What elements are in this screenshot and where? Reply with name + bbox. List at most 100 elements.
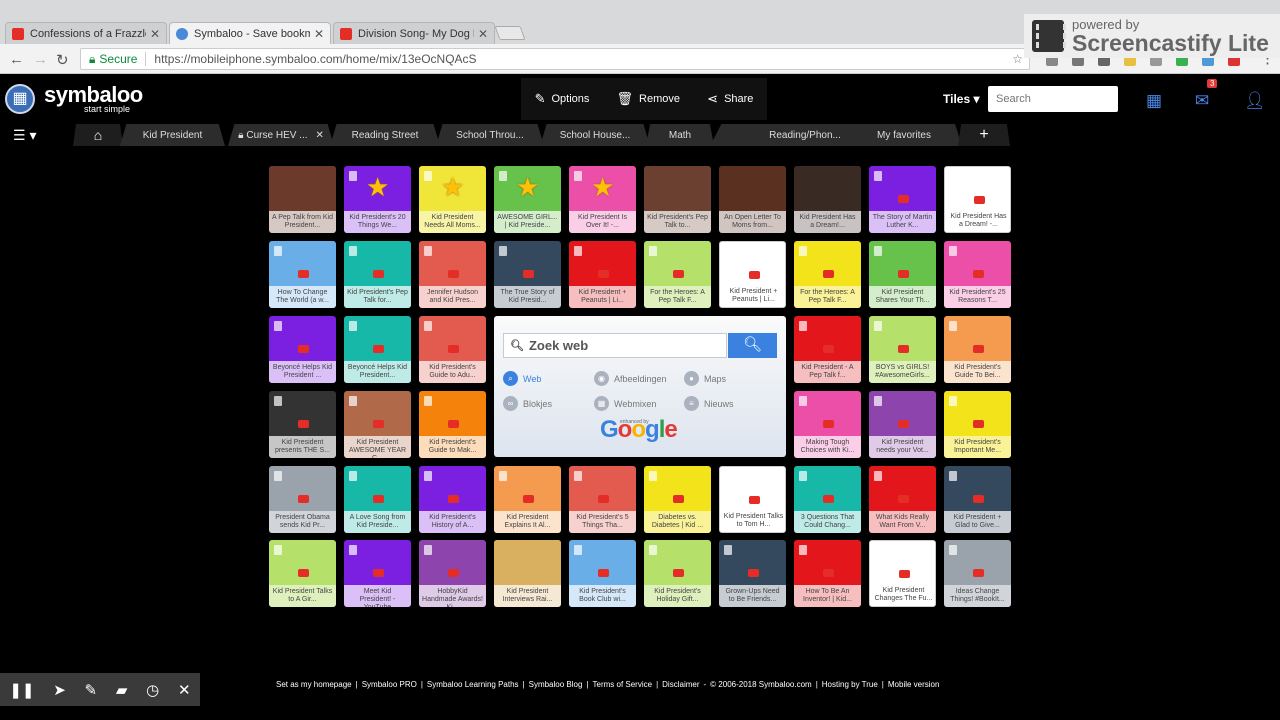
timer-icon[interactable]: ◷ [146, 681, 159, 699]
tile[interactable]: President Obama sends Kid Pr... [269, 466, 336, 533]
webmix-tab[interactable]: My favorites [846, 124, 962, 146]
tile[interactable]: A Pep Talk from Kid President... [269, 166, 336, 233]
home-tab[interactable]: ⌂ [73, 124, 123, 146]
tile[interactable]: Kid President's Guide to Mak... [419, 391, 486, 458]
eraser-icon[interactable]: ▰ [116, 681, 128, 699]
tile[interactable]: Kid President Shares Your Th... [869, 241, 936, 308]
footer-link[interactable]: Hosting by True [822, 680, 878, 689]
tile[interactable]: Kid President's 25 Reasons T... [944, 241, 1011, 308]
tile[interactable]: Meet Kid President! - YouTube [344, 540, 411, 607]
user-icon[interactable]: 👤︎ [1244, 91, 1266, 111]
tile[interactable]: Kid President's Guide to Adu... [419, 316, 486, 383]
address-bar[interactable]: 🔒︎ Secure https://mobileiphone.symbaloo.… [80, 48, 1030, 70]
tile[interactable]: Jennifer Hudson and Kid Pres... [419, 241, 486, 308]
tile[interactable]: Kid President Talks to Tom H... [719, 466, 786, 533]
web-search-input[interactable]: 🔍︎ Zoek web [503, 333, 727, 358]
tile[interactable]: Kid President - A Pep Talk f... [794, 316, 861, 383]
tile[interactable]: Kid President Interviews Rai... [494, 540, 561, 607]
footer-link[interactable]: Symbaloo PRO [362, 680, 417, 689]
search-input[interactable] [988, 86, 1118, 112]
bookmark-star-icon[interactable]: ☆ [1012, 52, 1023, 66]
tile[interactable]: ★ Kid President's 20 Things We... [344, 166, 411, 233]
tile[interactable]: HobbyKid Handmade Awards! Ki... [419, 540, 486, 607]
pen-icon[interactable]: ✎ [85, 681, 98, 699]
search-option-web[interactable]: ⌕ Web [503, 371, 541, 386]
apps-grid-icon[interactable]: ▦ [1146, 91, 1162, 111]
tile[interactable]: Ideas Change Things! #BookIt... [944, 540, 1011, 607]
tile[interactable]: Kid President's Pep Talk to... [644, 166, 711, 233]
add-webmix-tab[interactable]: + [958, 124, 1010, 146]
close-icon[interactable]: ✕ [150, 27, 160, 41]
browser-tab-active[interactable]: Symbaloo - Save bookm ✕ [169, 22, 331, 44]
tile[interactable]: Kid President Explains It Al... [494, 466, 561, 533]
tile[interactable]: Kid President Talks to A Gir... [269, 540, 336, 607]
tiles-dropdown[interactable]: Tiles ▾ [943, 92, 980, 106]
tile[interactable]: For the Heroes: A Pep Talk F... [794, 241, 861, 308]
tile[interactable]: How To Be An Inventor! | Kid... [794, 540, 861, 607]
tile[interactable]: What Kids Really Want From V... [869, 466, 936, 533]
footer-link[interactable]: Symbaloo Blog [529, 680, 583, 689]
tile[interactable]: Kid President AWESOME YEAR C... [344, 391, 411, 458]
tile[interactable]: Kid President's Holiday Gift... [644, 540, 711, 607]
tile[interactable]: Beyoncé Helps Kid President ... [269, 316, 336, 383]
close-icon[interactable]: ✕ [316, 130, 324, 141]
footer-link[interactable]: © 2006-2018 Symbaloo.com [710, 680, 812, 689]
footer-link[interactable]: Disclaimer [662, 680, 699, 689]
webmix-tab-current[interactable]: 🔒︎ Curse HEV ... ✕ [228, 124, 334, 146]
close-icon[interactable]: ✕ [314, 27, 324, 41]
tile[interactable]: Kid President Changes The Fu... [869, 540, 936, 607]
tile[interactable]: Kid President presents THE S... [269, 391, 336, 458]
tile[interactable]: Kid President's Book Club wi... [569, 540, 636, 607]
tile[interactable]: Kid President + Peanuts | Li... [719, 241, 786, 308]
back-icon[interactable]: ← [9, 51, 24, 68]
tile[interactable]: Kid President's History of A... [419, 466, 486, 533]
footer-link[interactable]: Symbaloo Learning Paths [427, 680, 519, 689]
browser-tab[interactable]: Division Song- My Dog D ✕ [333, 22, 495, 44]
new-tab-button[interactable] [494, 26, 526, 40]
tile[interactable]: ★ AWESOME GIRL... | Kid Preside... [494, 166, 561, 233]
tile[interactable]: The True Story of Kid Presid... [494, 241, 561, 308]
mail-icon[interactable]: ✉ [1195, 91, 1209, 111]
tile[interactable]: Beyoncé Helps Kid President... [344, 316, 411, 383]
options-button[interactable]: ✎ Options [535, 91, 590, 107]
reload-icon[interactable]: ↻ [56, 51, 69, 69]
remove-button[interactable]: 🗑︎ Remove [617, 91, 680, 107]
tile[interactable]: Kid President + Peanuts | Li... [569, 241, 636, 308]
tile[interactable]: ★ Kid President Is Over It! -... [569, 166, 636, 233]
close-icon[interactable]: ✕ [478, 27, 488, 41]
tile[interactable]: Grown-Ups Need to Be Friends... [719, 540, 786, 607]
tile[interactable]: Kid President's Important Me... [944, 391, 1011, 458]
webmix-tab[interactable]: School House... [540, 124, 650, 146]
share-button[interactable]: ⋖ Share [707, 91, 753, 107]
tile[interactable]: A Love Song from Kid Preside... [344, 466, 411, 533]
tile[interactable]: How To Change The World (a w... [269, 241, 336, 308]
browser-tab[interactable]: Confessions of a Frazzled ✕ [5, 22, 167, 44]
close-icon[interactable]: ✕ [178, 681, 191, 699]
tile[interactable]: Kid President's Guide To Bei... [944, 316, 1011, 383]
webmix-tab[interactable]: Reading Street [330, 124, 440, 146]
footer-link[interactable]: Terms of Service [593, 680, 653, 689]
tile[interactable]: Kid President + Glad to Give... [944, 466, 1011, 533]
webmix-tab[interactable]: Kid President [120, 124, 225, 146]
symbaloo-logo-icon[interactable]: ▦ [5, 84, 35, 114]
search-option-news[interactable]: ≡ Nieuws [684, 396, 734, 411]
tile[interactable]: Kid President needs your Vot... [869, 391, 936, 458]
list-menu-icon[interactable]: ☰ ▾ [13, 127, 36, 144]
tile[interactable]: Making Tough Choices with Ki... [794, 391, 861, 458]
footer-link[interactable]: Mobile version [888, 680, 940, 689]
tile[interactable]: For the Heroes: A Pep Talk F... [644, 241, 711, 308]
search-option-images[interactable]: ◉ Afbeeldingen [594, 371, 667, 386]
tile[interactable]: 3 Questions That Could Chang... [794, 466, 861, 533]
tile[interactable]: BOYS vs GIRLS! #AwesomeGirls... [869, 316, 936, 383]
tile[interactable]: Kid President Has a Dream! -... [944, 166, 1011, 233]
webmix-tab[interactable]: Math [646, 124, 714, 146]
search-option-tiles[interactable]: ∞ Blokjes [503, 396, 552, 411]
tile[interactable]: Kid President's Pep Talk for... [344, 241, 411, 308]
webmix-tab[interactable]: School Throu... [436, 124, 544, 146]
search-option-maps[interactable]: ● Maps [684, 371, 726, 386]
search-button[interactable]: 🔍︎ [728, 333, 777, 358]
footer-link[interactable]: Set as my homepage [276, 680, 352, 689]
forward-icon[interactable]: → [33, 51, 48, 68]
tile[interactable]: Diabetes vs. Diabetes | Kid ... [644, 466, 711, 533]
tile[interactable]: Kid President Has a Dream!... [794, 166, 861, 233]
